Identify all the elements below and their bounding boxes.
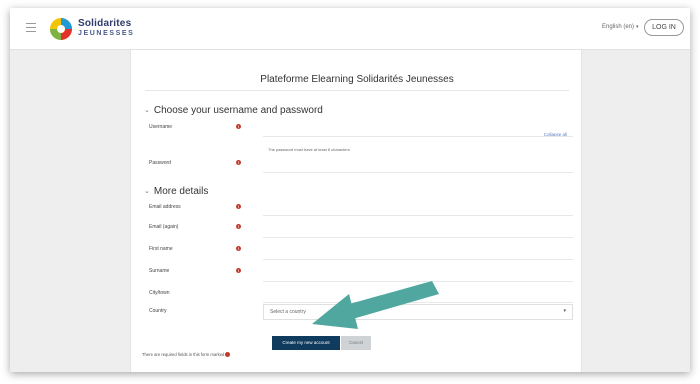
city-label: City/town (149, 290, 170, 296)
country-select[interactable]: Select a country ▾ (263, 304, 573, 320)
password-input[interactable] (263, 172, 573, 173)
chevron-down-icon: ⌄ (144, 188, 150, 195)
required-icon: ! (236, 268, 241, 273)
logo-icon[interactable] (48, 16, 74, 42)
create-account-button[interactable]: Create my new account (272, 336, 340, 350)
email-input[interactable] (263, 215, 573, 216)
browser-frame: Solidarites JEUNESSES English (en) ▾ LOG … (10, 8, 690, 372)
firstname-input[interactable] (263, 259, 573, 260)
username-label: Username (149, 124, 173, 130)
required-icon: ! (236, 224, 241, 229)
required-note-text: There are required fields in this form m… (142, 352, 225, 357)
password-hint: The password must have at least 8 charac… (268, 147, 350, 152)
firstname-label: First name (149, 246, 173, 252)
logo-line1: Solidarites (78, 18, 132, 29)
required-icon: ! (236, 160, 241, 165)
password-label: Password (149, 160, 171, 166)
country-label: Country (149, 308, 167, 314)
hamburger-icon[interactable] (26, 23, 36, 32)
cancel-button[interactable]: Cancel (341, 336, 371, 350)
title-divider (145, 90, 569, 91)
email-again-label: Email (again) (149, 224, 179, 230)
surname-input[interactable] (263, 281, 573, 282)
city-input[interactable] (263, 302, 573, 303)
language-menu[interactable]: English (en) ▾ (602, 24, 639, 30)
language-label: English (en) (602, 24, 635, 30)
required-icon: ! (236, 246, 241, 251)
logo-text[interactable]: Solidarites JEUNESSES (78, 19, 134, 39)
logo-line2: JEUNESSES (78, 30, 135, 37)
required-icon: ! (236, 124, 241, 129)
signup-form-card: Plateforme Elearning Solidarités Jeuness… (130, 50, 582, 372)
section-more-details[interactable]: ⌄ More details (144, 186, 208, 197)
login-button[interactable]: LOG IN (644, 19, 684, 36)
surname-label: Surname (149, 268, 170, 274)
caret-down-icon: ▾ (636, 24, 639, 30)
section1-title: Choose your username and password (153, 105, 323, 116)
country-select-value: Select a country (270, 309, 306, 315)
page-title: Plateforme Elearning Solidarités Jeuness… (260, 74, 454, 85)
required-fields-note: There are required fields in this form m… (142, 352, 231, 357)
email-label: Email address (149, 204, 181, 210)
email-again-input[interactable] (263, 237, 573, 238)
caret-down-icon: ▾ (563, 308, 566, 314)
chevron-down-icon: ⌄ (144, 107, 150, 114)
section2-title: More details (153, 186, 209, 197)
required-icon: ! (236, 204, 241, 209)
required-icon (225, 352, 231, 357)
section-username-password[interactable]: ⌄ Choose your username and password (144, 105, 323, 116)
username-input[interactable] (263, 136, 573, 137)
navbar: Solidarites JEUNESSES English (en) ▾ LOG … (10, 8, 690, 50)
